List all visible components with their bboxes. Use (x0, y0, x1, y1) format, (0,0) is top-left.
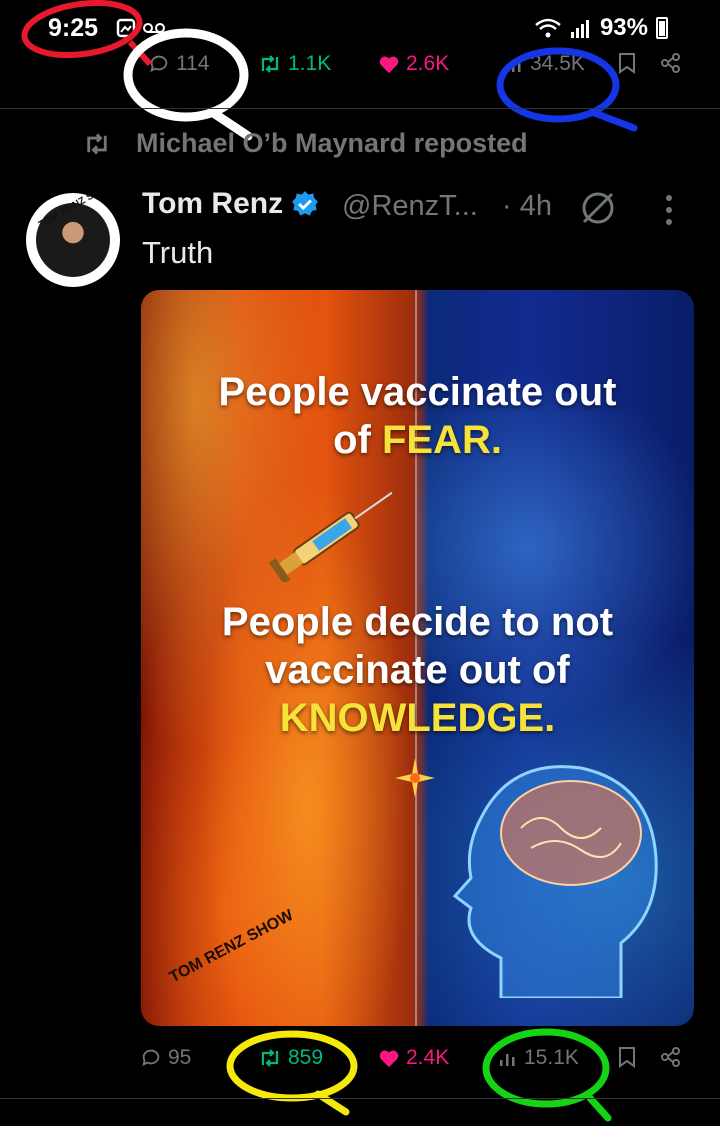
image-headline-1: People vaccinate out of FEAR. (218, 370, 617, 462)
repost-icon (261, 1049, 279, 1067)
post-text: Truth (142, 235, 214, 270)
views-count: 15.1K (524, 1046, 579, 1069)
views-button[interactable]: 15.1K (498, 1046, 579, 1070)
share-button[interactable] (660, 1046, 682, 1068)
reply-icon (142, 1049, 160, 1067)
post-divider (0, 108, 720, 109)
bookmark-icon (619, 1047, 635, 1068)
heart-icon (379, 1050, 399, 1068)
post-actions: 95 859 2.4K 15.1K (0, 1046, 720, 1086)
brain-head-icon (452, 765, 658, 998)
next-post-peek (0, 1097, 720, 1126)
like-button[interactable]: 2.4K (378, 1046, 449, 1070)
bookmark-button[interactable] (618, 1046, 636, 1068)
like-count: 2.4K (406, 1046, 450, 1069)
red-annotation-circle (21, 0, 143, 59)
repost-count: 859 (288, 1046, 324, 1069)
verified-badge-icon (292, 191, 318, 216)
repost-button[interactable]: 859 (258, 1046, 323, 1070)
grok-icon[interactable] (578, 188, 618, 228)
author-handle[interactable]: @RenzT... (342, 190, 478, 223)
post-image[interactable]: People vaccinate out of FEAR. People dec… (141, 290, 694, 1026)
repost-context[interactable]: Michael O’b Maynard reposted (80, 128, 528, 159)
repost-context-icon (87, 133, 107, 154)
image-headline-2: People decide to not vaccinate out of KN… (221, 600, 614, 740)
reply-button[interactable]: 95 (140, 1046, 191, 1070)
author-name-text: Tom Renz (142, 187, 284, 220)
white-annotation-circle (123, 28, 249, 122)
spark-icon (395, 758, 435, 798)
author-avatar[interactable]: TOM RENZ SHOW (26, 193, 120, 287)
reply-count: 95 (168, 1046, 192, 1069)
share-icon (661, 1047, 680, 1067)
repost-context-label: Michael O’b Maynard reposted (136, 128, 528, 158)
syringe-icon (268, 491, 393, 582)
views-icon (500, 1054, 515, 1066)
more-options-button[interactable] (666, 195, 672, 225)
author-name[interactable]: Tom Renz (142, 187, 319, 221)
post-timestamp[interactable]: · 4h (502, 190, 552, 223)
